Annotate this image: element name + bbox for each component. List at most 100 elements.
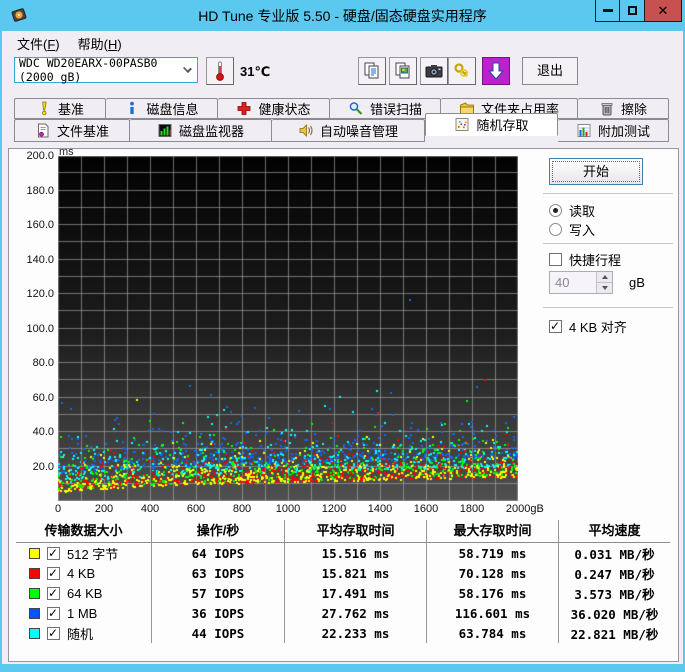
radio-selected-icon (549, 204, 562, 217)
table-cell: 0.247 MB/秒 (558, 563, 670, 583)
menu-bar: 文件(F) 帮助(H) (2, 31, 683, 55)
options-button[interactable] (448, 57, 476, 85)
series-color-swatch (29, 547, 40, 559)
table-cell: 0.031 MB/秒 (558, 543, 670, 563)
error-scan-icon (349, 102, 363, 115)
table-cell: 22.821 MB/秒 (558, 623, 670, 643)
series-checkbox[interactable] (47, 606, 60, 620)
table-cell: 36 IOPS (151, 603, 284, 623)
health-cross-icon (238, 102, 251, 115)
table-row-1mb-name: 1 MB (16, 603, 151, 623)
close-icon: ✕ (657, 2, 669, 18)
keys-icon (454, 63, 469, 77)
temperature-value: 31℃ (240, 64, 271, 79)
file-benchmark-icon (37, 123, 49, 138)
series-color-swatch (29, 627, 40, 639)
screenshot-button[interactable] (420, 57, 448, 85)
col-header-avg: 平均存取时间 (284, 520, 426, 543)
checkbox-checked-icon (549, 320, 562, 333)
series-checkbox[interactable] (47, 566, 60, 580)
temperature-button[interactable] (206, 57, 234, 85)
table-cell: 116.601 ms (426, 603, 558, 623)
disk-info-icon (130, 101, 135, 114)
table-cell: 63 IOPS (151, 563, 284, 583)
tab-erase[interactable]: 擦除 (578, 98, 669, 119)
col-header-ops: 操作/秒 (151, 520, 284, 543)
y-axis-labels: 20.0 40.0 60.0 80.0 100.0 120.0 140.0 160.0 180.… (26, 150, 54, 473)
title-bar: HD Tune 专业版 5.50 - 硬盘/固态硬盘实用程序 ✕ (0, 0, 685, 31)
short-stroke-value-input[interactable] (550, 272, 596, 293)
copy-text-icon (364, 62, 379, 79)
results-table: 传输数据大小 操作/秒 平均存取时间 最大存取时间 平均速度 512 字节 64… (16, 520, 672, 643)
copy-image-button[interactable] (389, 57, 417, 85)
table-row-4kb-name: 4 KB (16, 563, 151, 583)
maximize-icon (627, 6, 637, 15)
table-row-random-name: 随机 (16, 623, 151, 643)
tab-aam[interactable]: 自动噪音管理 (272, 119, 425, 142)
erase-trash-icon (601, 103, 613, 116)
camera-icon (425, 65, 443, 78)
series-color-swatch (29, 567, 40, 579)
stepper-up-button[interactable] (597, 272, 612, 282)
disk-monitor-icon (158, 124, 172, 137)
maximize-button[interactable] (620, 0, 645, 22)
series-checkbox[interactable] (47, 586, 60, 600)
series-checkbox[interactable] (47, 546, 60, 560)
menu-file[interactable]: 文件(F) (8, 31, 69, 56)
short-stroke-checkbox[interactable]: 快捷行程 (549, 250, 621, 269)
random-access-panel: ms 20.0 40.0 60.0 80.0 100.0 120.0 140.0 160.0 1… (8, 146, 679, 662)
align-4kb-checkbox[interactable]: 4 KB 对齐 (549, 317, 627, 336)
col-header-speed: 平均速度 (558, 520, 670, 543)
table-cell: 27.762 ms (284, 603, 426, 623)
down-arrow-icon (601, 286, 608, 290)
table-cell: 22.233 ms (284, 623, 426, 643)
table-cell: 70.128 ms (426, 563, 558, 583)
save-button[interactable] (482, 57, 510, 85)
copy-image-icon (395, 62, 410, 79)
extra-tests-icon (577, 124, 591, 137)
x-axis-labels: 0 200 400 600 800 1000 1200 1400 1600 1800 2000gB (54, 503, 544, 515)
read-radio[interactable]: 读取 (549, 201, 595, 220)
tab-extra-tests[interactable]: 附加测试 (558, 119, 669, 142)
drive-select[interactable]: WDC WD20EARX-00PASB0 (2000 gB) (14, 56, 198, 84)
stepper-down-button[interactable] (597, 282, 612, 293)
client-area: 文件(F) 帮助(H) WDC WD20EARX-00PASB0 (2000 g… (2, 31, 683, 664)
tab-disk-info[interactable]: 磁盘信息 (106, 98, 218, 119)
table-cell: 3.573 MB/秒 (558, 583, 670, 603)
table-cell: 58.176 ms (426, 583, 558, 603)
hd-tune-window: { "window": { "title": "HD Tune 专业版 5.50… (0, 0, 685, 672)
table-cell: 63.784 ms (426, 623, 558, 643)
up-arrow-icon (601, 275, 608, 279)
window-title: HD Tune 专业版 5.50 - 硬盘/固态硬盘实用程序 (198, 8, 487, 24)
separator (543, 243, 673, 245)
series-color-swatch (29, 587, 40, 599)
tab-health[interactable]: 健康状态 (218, 98, 330, 119)
table-row-512b-name: 512 字节 (16, 543, 151, 563)
table-cell: 57 IOPS (151, 583, 284, 603)
close-button[interactable]: ✕ (645, 0, 682, 22)
thermometer-icon (216, 61, 224, 81)
menu-help[interactable]: 帮助(H) (69, 31, 131, 56)
tab-disk-monitor[interactable]: 磁盘监视器 (130, 119, 272, 142)
tab-file-benchmark[interactable]: 文件基准 (14, 119, 130, 142)
write-radio[interactable]: 写入 (549, 220, 595, 239)
separator (543, 307, 673, 309)
toolbar: WDC WD20EARX-00PASB0 (2000 gB) 31℃ 退出 (2, 55, 683, 91)
series-checkbox[interactable] (47, 626, 60, 640)
short-stroke-stepper (549, 271, 613, 294)
col-header-max: 最大存取时间 (426, 520, 558, 543)
series-color-swatch (29, 607, 40, 619)
checkbox-unchecked-icon (549, 253, 562, 266)
tab-random-access[interactable]: 随机存取 (425, 113, 558, 136)
col-header-size: 传输数据大小 (16, 520, 151, 543)
drive-select-value: WDC WD20EARX-00PASB0 (2000 gB) (19, 56, 158, 84)
minimize-button[interactable] (595, 0, 620, 22)
tab-benchmark[interactable]: 基准 (14, 98, 106, 119)
benchmark-icon (42, 101, 47, 116)
exit-button[interactable]: 退出 (522, 57, 578, 85)
start-button[interactable]: 开始 (549, 158, 643, 185)
random-access-chart (58, 156, 518, 501)
copy-text-button[interactable] (358, 57, 386, 85)
table-cell: 36.020 MB/秒 (558, 603, 670, 623)
minimize-icon (602, 9, 613, 12)
